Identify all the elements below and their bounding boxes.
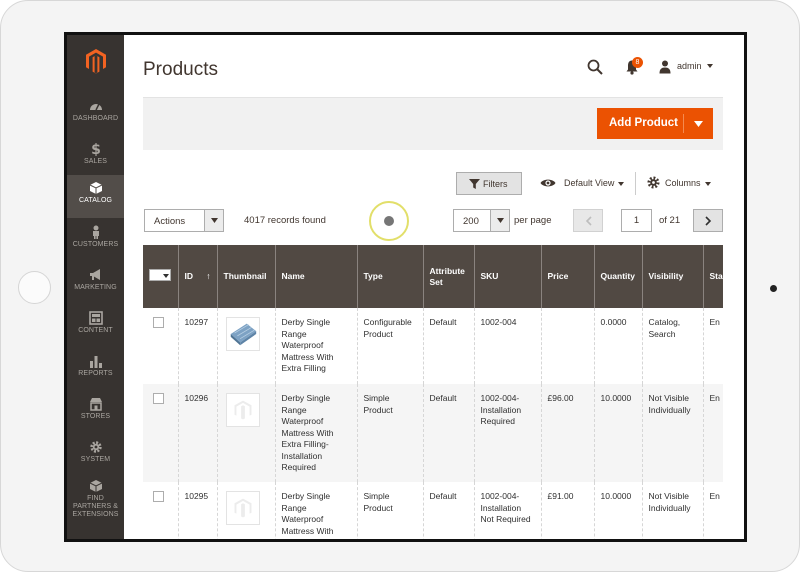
- row-checkbox[interactable]: [153, 317, 164, 328]
- row-checkbox[interactable]: [153, 393, 164, 404]
- eye-icon[interactable]: [540, 178, 556, 188]
- box-icon: [89, 182, 102, 194]
- row-checkbox[interactable]: [153, 491, 164, 502]
- svg-text:$: $: [91, 142, 101, 156]
- filters-button[interactable]: Filters: [456, 172, 522, 195]
- page-title: Products: [143, 59, 218, 80]
- mass-select-header[interactable]: [143, 245, 179, 308]
- sidebar-item-catalog[interactable]: Catalog: [67, 175, 124, 218]
- store-icon: [89, 398, 102, 411]
- user-icon[interactable]: [659, 60, 671, 74]
- sidebar-item-stores[interactable]: Stores: [67, 391, 124, 434]
- default-view-dropdown[interactable]: Default View: [564, 178, 614, 188]
- sidebar-item-content[interactable]: Content: [67, 305, 124, 348]
- table-row[interactable]: 10295 Derby Single Range Waterproof Matt…: [143, 482, 723, 539]
- sort-arrow-icon: ↑: [206, 271, 211, 281]
- page-number-input[interactable]: 1: [621, 209, 652, 232]
- search-icon[interactable]: [587, 59, 603, 75]
- magento-logo-icon[interactable]: [67, 35, 124, 87]
- sidebar-item-system[interactable]: System: [67, 434, 124, 477]
- screen: Dashboard $ Sales Catalog Customers: [64, 32, 747, 542]
- chevron-left-icon: [585, 216, 592, 226]
- puzzle-box-icon: [89, 480, 102, 492]
- table-row[interactable]: 10297 Derby Single Range Waterproof Matt…: [143, 308, 723, 384]
- chevron-right-icon: [705, 216, 712, 226]
- chevron-down-icon: [497, 218, 504, 223]
- column-header-id[interactable]: ID ↑: [178, 245, 218, 308]
- column-header-visibility[interactable]: Visibility: [642, 245, 704, 308]
- chevron-down-icon[interactable]: [618, 182, 624, 186]
- table-row[interactable]: 10296 Derby Single Range Waterproof Matt…: [143, 384, 723, 482]
- columns-dropdown[interactable]: Columns: [665, 178, 701, 188]
- products-grid: ID ↑ Thumbnail Name Type Attribute Set S…: [143, 245, 723, 539]
- admin-sidebar: Dashboard $ Sales Catalog Customers: [67, 35, 124, 539]
- camera-dot: [770, 285, 777, 292]
- gear-icon: [89, 441, 102, 453]
- column-header-sku[interactable]: SKU: [474, 245, 542, 308]
- next-page-button[interactable]: [693, 209, 723, 232]
- sidebar-item-sales[interactable]: $ Sales: [67, 136, 124, 179]
- sidebar-item-reports[interactable]: Reports: [67, 348, 124, 391]
- gear-icon[interactable]: [647, 176, 660, 189]
- column-header-attribute-set[interactable]: Attribute Set: [423, 245, 475, 308]
- grid-header-row: ID ↑ Thumbnail Name Type Attribute Set S…: [143, 245, 723, 308]
- records-count: 4017 records found: [244, 215, 326, 226]
- sidebar-item-customers[interactable]: Customers: [67, 219, 124, 262]
- mass-actions-select[interactable]: Actions: [144, 209, 224, 232]
- column-header-status[interactable]: Sta: [703, 245, 723, 308]
- placeholder-thumbnail-icon[interactable]: [225, 491, 260, 525]
- dollar-icon: $: [91, 142, 101, 156]
- add-product-button[interactable]: Add Product: [597, 108, 713, 139]
- tablet-frame: Dashboard $ Sales Catalog Customers: [0, 0, 800, 572]
- admin-user-menu[interactable]: admin: [677, 61, 702, 71]
- per-page-label: per page: [514, 215, 552, 226]
- bar-chart-icon: [89, 356, 102, 368]
- previous-page-button[interactable]: [573, 209, 603, 232]
- funnel-icon: [469, 179, 480, 189]
- column-header-name[interactable]: Name: [275, 245, 358, 308]
- notification-badge: 8: [632, 57, 643, 68]
- layout-icon: [88, 311, 103, 325]
- chevron-down-icon[interactable]: [694, 121, 703, 127]
- sidebar-item-dashboard[interactable]: Dashboard: [67, 93, 124, 136]
- per-page-select[interactable]: 200: [453, 209, 510, 232]
- total-pages: of 21: [659, 215, 681, 226]
- sidebar-item-marketing[interactable]: Marketing: [67, 262, 124, 305]
- cursor-dot: [384, 216, 394, 226]
- placeholder-thumbnail-icon[interactable]: [225, 393, 260, 427]
- home-button: [18, 271, 51, 304]
- person-icon: [92, 225, 99, 239]
- chevron-down-icon: [163, 274, 169, 278]
- chevron-down-icon: [211, 218, 218, 223]
- mass-select-checkbox[interactable]: [149, 269, 171, 281]
- product-thumbnail[interactable]: [225, 317, 260, 351]
- chevron-down-icon[interactable]: [705, 182, 711, 186]
- column-header-quantity[interactable]: Quantity: [594, 245, 643, 308]
- sidebar-item-find-partners[interactable]: Find Partners & Extensions: [67, 473, 124, 525]
- toolbar-divider: [635, 172, 636, 195]
- dashboard-icon: [89, 103, 102, 111]
- chevron-down-icon[interactable]: [707, 64, 713, 68]
- megaphone-icon: [89, 269, 100, 280]
- column-header-type[interactable]: Type: [357, 245, 424, 308]
- column-header-thumbnail[interactable]: Thumbnail: [217, 245, 276, 308]
- column-header-price[interactable]: Price: [541, 245, 595, 308]
